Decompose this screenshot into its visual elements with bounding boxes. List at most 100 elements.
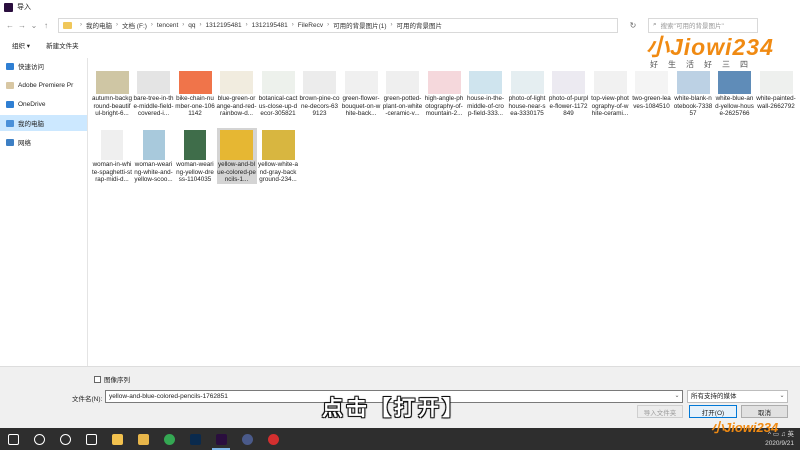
sidebar-item[interactable]: Adobe Premiere Pr (0, 77, 87, 93)
premiere-icon[interactable] (208, 428, 234, 450)
chevron-down-icon[interactable]: ⌄ (672, 391, 682, 402)
thumbnail-image (676, 71, 710, 94)
cinema-icon[interactable] (234, 428, 260, 450)
taskbar-glyph (241, 433, 253, 445)
breadcrumb-item[interactable]: 我的电脑 (86, 20, 112, 30)
sidebar-item[interactable]: OneDrive (0, 96, 87, 112)
search-icon[interactable] (26, 428, 52, 450)
file-item[interactable]: woman-in-white-spaghetti-strap-midi-d... (92, 128, 132, 184)
task-view-icon[interactable] (78, 428, 104, 450)
new-folder-button[interactable]: 新建文件夹 (46, 40, 79, 50)
thumbnail-image (142, 130, 165, 160)
chevron-right-icon[interactable]: › (116, 22, 118, 28)
thumbnail-frame (175, 128, 215, 160)
breadcrumb-item[interactable]: qq (188, 22, 195, 29)
file-item[interactable]: house-in-the-middle-of-crop-field-333... (466, 62, 506, 118)
file-item[interactable]: yellow-and-blue-colored-pencils-1... (216, 128, 257, 184)
breadcrumb-item[interactable]: 文档 (F:) (122, 20, 147, 30)
organize-button[interactable]: 组织 ▾ (12, 40, 30, 50)
chrome-icon[interactable] (156, 428, 182, 450)
breadcrumb-item[interactable]: tencent (157, 22, 178, 29)
recorder-icon[interactable] (260, 428, 286, 450)
back-icon[interactable]: ← (4, 18, 16, 32)
file-name: white-blue-and-yellow-house-2625766 (715, 95, 754, 117)
thumbnail-frame (466, 62, 506, 94)
file-name: white-blank-notebook-733857 (673, 95, 713, 117)
chevron-right-icon[interactable]: › (80, 22, 82, 28)
file-item[interactable]: woman-wearing-white-and-yellow-scoo... (134, 128, 174, 184)
search-input[interactable]: ⌕ 搜索"可用的背景图片" (648, 17, 758, 33)
chevron-right-icon[interactable]: › (199, 22, 201, 28)
file-item[interactable]: yellow-white-and-gray-background-234... (258, 128, 298, 184)
file-type-select[interactable]: 所有支持的媒体 ⌄ (687, 390, 788, 403)
chevron-right-icon[interactable]: › (391, 22, 393, 28)
import-folder-button[interactable]: 导入文件夹 (637, 405, 683, 418)
thumbnail-image (101, 130, 123, 160)
chevron-right-icon[interactable]: › (292, 22, 294, 28)
file-item[interactable]: photo-of-purple-flower-1172849 (549, 62, 589, 118)
chevron-right-icon[interactable]: › (151, 22, 153, 28)
thumbnail-frame (424, 62, 464, 94)
file-name: autumn-background-beautiful-bright-6... (92, 95, 132, 117)
file-name: woman-wearing-white-and-yellow-scoo... (134, 161, 173, 183)
thumbnail-image (303, 71, 336, 94)
thumbnail-image (220, 71, 253, 94)
image-sequence-label: 图像序列 (104, 377, 130, 384)
folder-icon[interactable] (130, 428, 156, 450)
cortana-icon[interactable] (52, 428, 78, 450)
breadcrumb-item[interactable]: FileRecv (298, 22, 323, 29)
file-item[interactable]: green-flower-bouquet-on-white-back... (341, 62, 381, 118)
file-item[interactable]: autumn-background-beautiful-bright-6... (92, 62, 132, 118)
image-sequence-option[interactable]: 图像序列 (94, 374, 130, 384)
up-icon[interactable]: ↑ (40, 18, 52, 32)
chevron-down-icon[interactable]: ⌄ (777, 391, 787, 402)
sidebar-item[interactable]: 我的电脑 (0, 115, 87, 131)
photoshop-icon[interactable] (182, 428, 208, 450)
breadcrumb-item[interactable]: 可用的背景图片(1) (333, 20, 386, 30)
breadcrumb-item[interactable]: 可用的背景图片 (397, 20, 443, 30)
taskbar-glyph (111, 433, 123, 445)
file-item[interactable]: bare-tree-in-the-middle-field-covered-i.… (134, 62, 174, 118)
thumbnail-image (759, 71, 793, 94)
file-item[interactable]: woman-wearing-yellow-dress-1104035 (175, 128, 215, 184)
breadcrumb-item[interactable]: 1312195481 (252, 22, 288, 29)
chevron-down-icon[interactable]: ⌄ (28, 18, 40, 32)
refresh-icon[interactable]: ↻ (626, 18, 640, 32)
image-sequence-checkbox[interactable] (94, 375, 101, 383)
chevron-right-icon[interactable]: › (246, 22, 248, 28)
file-item[interactable]: brown-pine-cone-decors-639123 (300, 62, 340, 118)
taskbar-glyph (7, 433, 19, 445)
file-item[interactable]: bike-chain-number-one-1061142 (175, 62, 215, 118)
file-item[interactable]: white-blank-notebook-733857 (673, 62, 713, 118)
chevron-right-icon[interactable]: › (182, 22, 184, 28)
file-name: house-in-the-middle-of-crop-field-333... (466, 95, 505, 117)
chevron-right-icon[interactable]: › (327, 22, 329, 28)
premiere-app-icon (4, 2, 13, 12)
file-item[interactable]: blue-green-orange-and-red-rainbow-d... (217, 62, 257, 118)
breadcrumb-item[interactable]: 1312195481 (205, 22, 241, 29)
address-bar[interactable]: › 我的电脑 › 文档 (F:) › tencent › qq › 1312195481 › 1312… (58, 17, 618, 33)
navigation-pane: 快速访问 Adobe Premiere Pr OneDrive 我的电脑网络 (0, 58, 88, 368)
file-item[interactable]: top-view-photography-of-white-cerami... (590, 62, 630, 118)
file-name: yellow-white-and-gray-background-234... (258, 161, 298, 183)
sidebar-item-label: 网络 (18, 140, 31, 147)
file-item[interactable]: green-potted-plant-on-white-ceramic-v... (383, 62, 423, 118)
file-item[interactable]: white-blue-and-yellow-house-2625766 (715, 62, 755, 118)
file-explorer-icon[interactable] (104, 428, 130, 450)
thumbnail-frame (507, 62, 547, 94)
file-item[interactable]: botanical-cactus-close-up-decor-305821 (258, 62, 298, 118)
thumbnail-image (386, 71, 419, 94)
thumbnail-image (635, 71, 668, 94)
sidebar-item[interactable]: 网络 (0, 134, 87, 150)
windows-start-icon[interactable] (0, 428, 26, 450)
sidebar-item[interactable]: 快速访问 (0, 58, 87, 74)
search-icon: ⌕ (653, 21, 657, 28)
file-name: woman-in-white-spaghetti-strap-midi-d... (92, 161, 132, 183)
taskbar: ^ ▭ ♫ 英 2020/9/21 (0, 428, 800, 450)
forward-icon[interactable]: → (16, 18, 28, 32)
filename-value: yellow-and-blue-colored-pencils-1762851 (109, 393, 228, 400)
file-item[interactable]: photo-of-lighthouse-near-sea-3330175 (507, 62, 547, 118)
thumbnail-image (95, 71, 129, 94)
file-name: brown-pine-cone-decors-639123 (299, 95, 340, 117)
file-item[interactable]: high-angle-photography-of-mountain-2... (424, 62, 464, 118)
